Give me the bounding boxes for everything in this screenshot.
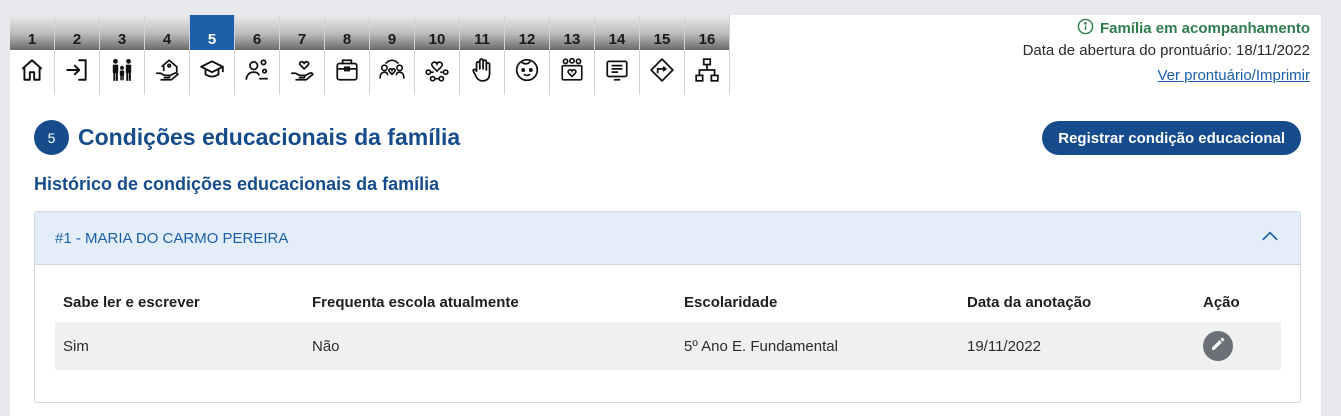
document-list-icon bbox=[604, 57, 630, 88]
schooling-cell: 5º Ano E. Fundamental bbox=[676, 322, 959, 370]
table-row: Sim Não 5º Ano E. Fundamental 19/11/2022 bbox=[55, 322, 1281, 370]
tab-10[interactable]: 10 bbox=[415, 15, 460, 95]
family-icon bbox=[109, 57, 135, 88]
top-bar: 1 2 3 4 5 6 7 8 9 10 11 12 13 14 15 16 F… bbox=[10, 15, 1321, 95]
tab-8[interactable]: 8 bbox=[325, 15, 370, 95]
house-hand-icon bbox=[154, 57, 180, 88]
record-info: Família em acompanhamento Data de abertu… bbox=[1023, 17, 1310, 84]
tab-16[interactable]: 16 bbox=[685, 15, 730, 95]
tab-number: 2 bbox=[55, 15, 99, 50]
tab-number: 9 bbox=[370, 15, 414, 50]
tab-number: 14 bbox=[595, 15, 639, 50]
column-header: Ação bbox=[1203, 293, 1240, 311]
login-icon bbox=[64, 57, 90, 88]
tab-number: 13 bbox=[550, 15, 594, 50]
section-tabs: 1 2 3 4 5 6 7 8 9 10 11 12 13 14 15 16 bbox=[10, 15, 730, 95]
people-heart-icon bbox=[379, 57, 405, 88]
tab-12[interactable]: 12 bbox=[505, 15, 550, 95]
attends-school-cell: Não bbox=[304, 322, 676, 370]
educational-history-table: Sabe ler e escrever Frequenta escola atu… bbox=[55, 282, 1281, 370]
column-header: Escolaridade bbox=[684, 293, 778, 311]
action-cell bbox=[1195, 322, 1281, 370]
person-settings-icon bbox=[244, 57, 270, 88]
graduation-cap-icon bbox=[199, 57, 225, 88]
direction-sign-icon bbox=[649, 57, 675, 88]
tab-number: 11 bbox=[460, 15, 504, 50]
tab-number: 12 bbox=[505, 15, 549, 50]
home-icon bbox=[19, 57, 45, 88]
history-subtitle: Histórico de condições educacionais da f… bbox=[34, 174, 440, 194]
section-number-badge: 5 bbox=[34, 120, 69, 155]
tab-11[interactable]: 11 bbox=[460, 15, 505, 95]
org-chart-icon bbox=[694, 57, 720, 88]
register-educational-condition-button[interactable]: Registrar condição educacional bbox=[1042, 121, 1301, 155]
member-accordion: #1 - MARIA DO CARMO PEREIRA Sabe ler e e… bbox=[34, 211, 1301, 403]
view-print-record-link[interactable]: Ver prontuário/Imprimir bbox=[1157, 67, 1310, 84]
column-header: Sabe ler e escrever bbox=[63, 293, 200, 311]
calendar-box-icon bbox=[334, 57, 360, 88]
chevron-up-icon[interactable] bbox=[1260, 226, 1280, 251]
tab-13[interactable]: 13 bbox=[550, 15, 595, 95]
tab-9[interactable]: 9 bbox=[370, 15, 415, 95]
family-status: Família em acompanhamento bbox=[1023, 17, 1310, 39]
column-header: Frequenta escola atualmente bbox=[312, 293, 519, 311]
column-header: Data da anotação bbox=[967, 293, 1092, 311]
reads-writes-cell: Sim bbox=[55, 322, 304, 370]
tab-number: 7 bbox=[280, 15, 324, 50]
tab-number: 15 bbox=[640, 15, 684, 50]
tab-14[interactable]: 14 bbox=[595, 15, 640, 95]
table-header-row: Sabe ler e escrever Frequenta escola atu… bbox=[55, 282, 1281, 322]
main-content: 5 Condições educacionais da família Regi… bbox=[10, 95, 1321, 416]
accordion-header[interactable]: #1 - MARIA DO CARMO PEREIRA bbox=[35, 212, 1300, 265]
status-text: Família em acompanhamento bbox=[1099, 19, 1310, 37]
tab-5[interactable]: 5 bbox=[190, 15, 235, 95]
tab-3[interactable]: 3 bbox=[100, 15, 145, 95]
tab-number: 5 bbox=[190, 15, 234, 50]
pencil-icon bbox=[1210, 336, 1226, 356]
tab-2[interactable]: 2 bbox=[55, 15, 100, 95]
hand-heart-icon bbox=[289, 57, 315, 88]
opening-date: Data de abertura do prontuário: 18/11/20… bbox=[1022, 42, 1310, 59]
tab-number: 8 bbox=[325, 15, 369, 50]
edit-button[interactable] bbox=[1203, 331, 1233, 361]
tab-6[interactable]: 6 bbox=[235, 15, 280, 95]
tab-number: 4 bbox=[145, 15, 189, 50]
group-heart-icon bbox=[559, 57, 585, 88]
section-header: 5 Condições educacionais da família bbox=[34, 120, 460, 155]
tab-number: 10 bbox=[415, 15, 459, 50]
page-title: Condições educacionais da família bbox=[78, 124, 461, 150]
info-icon bbox=[1077, 18, 1094, 39]
tab-number: 16 bbox=[685, 15, 729, 50]
tab-4[interactable]: 4 bbox=[145, 15, 190, 95]
tab-number: 3 bbox=[100, 15, 144, 50]
tab-number: 6 bbox=[235, 15, 279, 50]
network-heart-icon bbox=[424, 57, 450, 88]
tab-15[interactable]: 15 bbox=[640, 15, 685, 95]
raised-hand-icon bbox=[469, 57, 495, 88]
tab-7[interactable]: 7 bbox=[280, 15, 325, 95]
annotation-date-cell: 19/11/2022 bbox=[959, 322, 1195, 370]
member-name: #1 - MARIA DO CARMO PEREIRA bbox=[55, 229, 289, 247]
tab-number: 1 bbox=[10, 15, 54, 50]
tab-1[interactable]: 1 bbox=[10, 15, 55, 95]
child-face-icon bbox=[514, 57, 540, 88]
